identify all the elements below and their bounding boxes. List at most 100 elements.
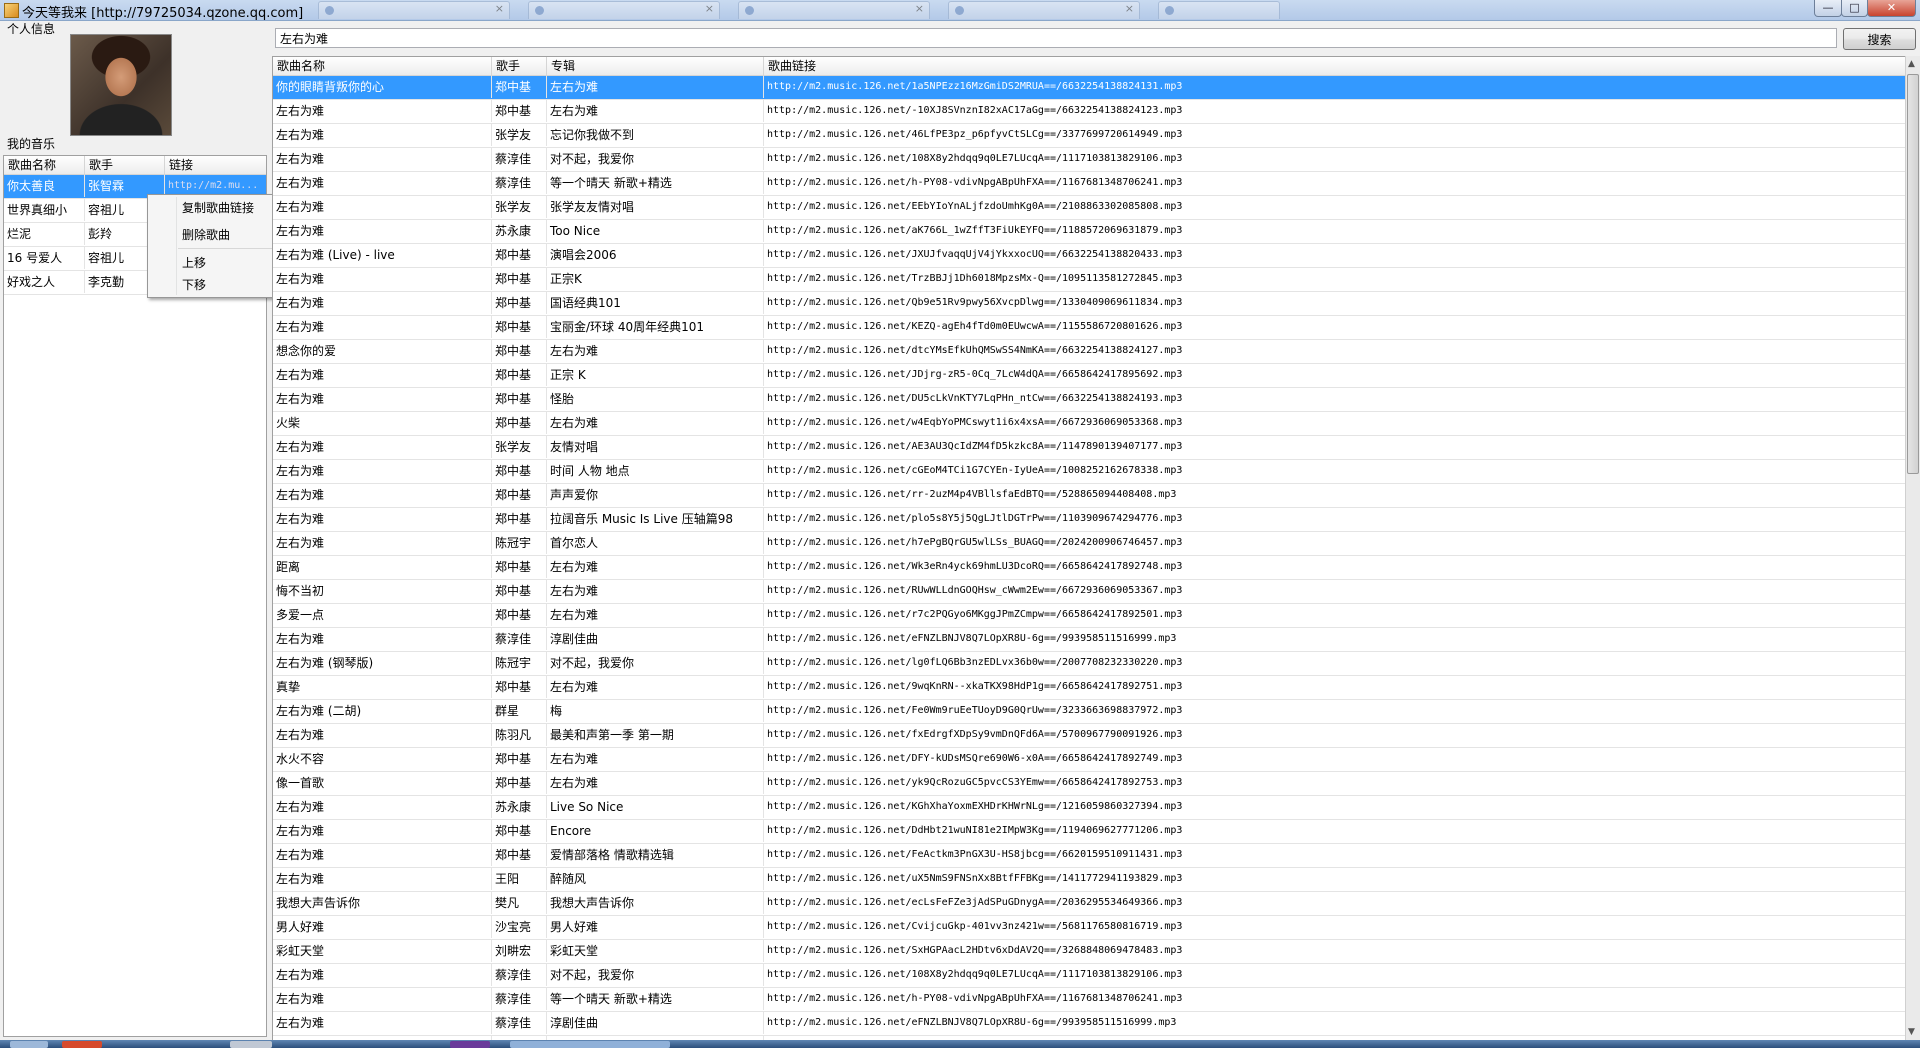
result-row[interactable]: 左右为难 郑中基 左右为难 http://m2.music.126.net/-10XJ… xyxy=(273,100,1905,124)
start-button[interactable] xyxy=(10,1041,48,1048)
result-row[interactable]: 左右为难 蔡淳佳 等一个晴天 新歌+精选 http://m2.music.126.ne… xyxy=(273,172,1905,196)
result-row[interactable]: 左右为难 郑中基 宝丽金/环球 40周年经典101 http://m2.music.1… xyxy=(273,316,1905,340)
result-row[interactable]: 左右为难 蔡淳佳 淳剧佳曲 http://m2.music.126.net/eFNZL… xyxy=(273,628,1905,652)
artist-cell: 郑中基 xyxy=(492,484,547,506)
result-row[interactable]: 火柴 郑中基 左右为难 http://m2.music.126.net/w4EqbYo… xyxy=(273,412,1905,436)
result-row[interactable]: 左右为难 郑中基 拉阔音乐 Music Is Live 压轴篇98 http://m2… xyxy=(273,508,1905,532)
song-link-cell: http://m2.music.126.net/AE3AU3QcIdZM4fD5… xyxy=(767,441,1183,452)
album-cell: 醉随风 xyxy=(547,868,764,890)
search-button[interactable]: 搜索 xyxy=(1843,28,1916,50)
result-row[interactable]: 左右为难 苏永康 Live So Nice http://m2.music.126.n… xyxy=(273,796,1905,820)
menu-item-move-down[interactable]: 下移 xyxy=(182,276,206,293)
result-row[interactable]: 左右为难 郑中基 正宗 Khttp://m2.music.126.net/JDjrg… xyxy=(273,364,1905,388)
result-row[interactable]: 像一首歌 郑中基 左右为难 http://m2.music.126.net/yk9Qc… xyxy=(273,772,1905,796)
song-link-cell: http://m2.music.126.net/aK766L_1wZffT3Fi… xyxy=(767,225,1183,236)
result-row[interactable]: 想念你的爱 郑中基 左右为难 http://m2.music.126.net/dtcY… xyxy=(273,340,1905,364)
album-cell: 左右为难 xyxy=(547,604,764,626)
result-row[interactable]: 左右为难 蔡淳佳 对不起，我爱你 http://m2.music.126.net/10… xyxy=(273,148,1905,172)
search-results-table[interactable]: 歌曲名称 歌手 专辑 歌曲链接 你的眼睛背叛你的心 郑中基 左右为难 http://m… xyxy=(272,56,1906,1042)
scroll-thumb[interactable] xyxy=(1907,74,1919,474)
artist-cell: 沙宝亮 xyxy=(492,916,547,938)
result-row[interactable]: 左右为难 (钢琴版) 陈冠宇 对不起，我爱你 http://m2.music.126.… xyxy=(273,652,1905,676)
result-row[interactable]: 左右为难 (Live) - live 郑中基 演唱会2006 http://m2.mu… xyxy=(273,244,1905,268)
result-row[interactable]: 左右为难 张学友 忘记你我做不到 http://m2.music.126.net/46… xyxy=(273,124,1905,148)
result-row[interactable]: 水火不容 郑中基 左右为难 http://m2.music.126.net/DFY-k… xyxy=(273,748,1905,772)
result-row[interactable]: 左右为难 蔡淳佳 淳剧佳曲 http://m2.music.126.net/eFNZL… xyxy=(273,1012,1905,1036)
taskbar-app[interactable] xyxy=(62,1041,102,1048)
result-row[interactable]: 左右为难 蔡淳佳 等一个晴天 新歌+精选 http://m2.music.126.ne… xyxy=(273,988,1905,1012)
result-row[interactable]: 左右为难 苏永康 Too Nice http://m2.music.126.net/a… xyxy=(273,220,1905,244)
album-cell: 宝丽金/环球 40周年经典101 xyxy=(547,316,764,338)
column-header-song-name[interactable]: 歌曲名称 xyxy=(273,57,492,75)
song-link-cell: http://m2.music.126.net/EEbYIoYnALjfzdoU… xyxy=(767,201,1183,212)
result-row[interactable]: 左右为难 郑中基 爱情部落格 情歌精选辑 http://m2.music.126.ne… xyxy=(273,844,1905,868)
result-row[interactable]: 左右为难 陈冠宇 首尔恋人 http://m2.music.126.net/h7ePg… xyxy=(273,532,1905,556)
scroll-up-icon[interactable]: ▲ xyxy=(1908,59,1915,69)
column-header-artist[interactable]: 歌手 xyxy=(492,57,547,75)
song-name-cell: 左右为难 xyxy=(273,316,492,338)
result-row[interactable]: 距离 郑中基 左右为难 http://m2.music.126.net/Wk3eRn4… xyxy=(273,556,1905,580)
column-header-link[interactable]: 链接 xyxy=(165,156,266,174)
song-link-cell: http://m2.music.126.net/TrzBBJj1Dh6018Mp… xyxy=(767,273,1183,284)
song-link-cell: http://m2.music.126.net/DdHbt21wuNI81e2I… xyxy=(767,825,1183,836)
column-header-song-link[interactable]: 歌曲链接 xyxy=(764,57,1905,75)
results-scrollbar[interactable]: ▲ ▼ xyxy=(1905,56,1920,1040)
taskbar-app[interactable] xyxy=(450,1041,490,1048)
result-row[interactable]: 左右为难 郑中基 Encore http://m2.music.126.net/DdH… xyxy=(273,820,1905,844)
result-row[interactable]: 男人好难 沙宝亮 男人好难 http://m2.music.126.net/Cvijc… xyxy=(273,916,1905,940)
search-input[interactable] xyxy=(275,28,1837,48)
result-row[interactable]: 左右为难 (二胡) 群星梅 http://m2.music.126.net/Fe0W… xyxy=(273,700,1905,724)
result-row[interactable]: 真挚 郑中基 左右为难 http://m2.music.126.net/9wqKnRN… xyxy=(273,676,1905,700)
album-cell: 正宗 K xyxy=(547,364,764,386)
taskbar-app[interactable] xyxy=(510,1041,670,1048)
menu-item-move-up[interactable]: 上移 xyxy=(182,254,206,271)
result-row[interactable]: 左右为难 张学友 友情对唱 http://m2.music.126.net/AE3AU… xyxy=(273,436,1905,460)
result-row[interactable]: 多爱一点 郑中基 左右为难 http://m2.music.126.net/r7c2P… xyxy=(273,604,1905,628)
menu-item-copy-link[interactable]: 复制歌曲链接 xyxy=(182,199,254,216)
result-row[interactable]: 我想大声告诉你 樊凡 我想大声告诉你 http://m2.music.126.net/… xyxy=(273,892,1905,916)
song-name-cell: 左右为难 xyxy=(273,532,492,554)
album-cell: 左右为难 xyxy=(547,412,764,434)
album-cell: 等一个晴天 新歌+精选 xyxy=(547,988,764,1010)
result-row[interactable]: 左右为难 陈羽凡 最美和声第一季 第一期 http://m2.music.126.ne… xyxy=(273,724,1905,748)
tab-close-icon: × xyxy=(704,2,714,15)
result-row[interactable]: 左右为难 郑中基 时间 人物 地点 http://m2.music.126.net/c… xyxy=(273,460,1905,484)
song-name-cell: 男人好难 xyxy=(273,916,492,938)
menu-item-delete-song[interactable]: 删除歌曲 xyxy=(182,226,230,243)
artist-cell: 郑中基 xyxy=(492,100,547,122)
column-header-artist[interactable]: 歌手 xyxy=(85,156,165,174)
column-header-album[interactable]: 专辑 xyxy=(547,57,764,75)
album-cell: 首尔恋人 xyxy=(547,532,764,554)
song-name-cell: 左右为难 xyxy=(273,796,492,818)
album-cell: 对不起，我爱你 xyxy=(547,148,764,170)
result-row[interactable]: 左右为难 王阳 醉随风 http://m2.music.126.net/uX5NmS9… xyxy=(273,868,1905,892)
result-row[interactable]: 你的眼睛背叛你的心 郑中基 左右为难 http://m2.music.126.net/… xyxy=(273,76,1905,100)
result-row[interactable]: 左右为难 郑中基 正宗K http://m2.music.126.net/TrzBBJ… xyxy=(273,268,1905,292)
artist-cell: 郑中基 xyxy=(492,268,547,290)
maximize-button[interactable]: □ xyxy=(1841,0,1868,17)
song-link-cell: http://m2.music.126.net/eFNZLBNJV8Q7LOpX… xyxy=(767,1017,1177,1028)
result-row[interactable]: 左右为难 郑中基 怪胎 http://m2.music.126.net/DU5cLkV… xyxy=(273,388,1905,412)
title-bar[interactable]: 今天等我来 [http://79725034.qzone.qq.com] × ×… xyxy=(0,0,1920,21)
result-row[interactable]: 彩虹天堂 刘畊宏 彩虹天堂 http://m2.music.126.net/SxHGP… xyxy=(273,940,1905,964)
minimize-button[interactable]: — xyxy=(1814,0,1842,17)
album-cell: 我想大声告诉你 xyxy=(547,892,764,914)
close-button[interactable]: ✕ xyxy=(1867,0,1916,17)
artist-cell: 苏永康 xyxy=(492,220,547,242)
result-row[interactable]: 左右为难 郑中基 声声爱你 http://m2.music.126.net/rr-2u… xyxy=(273,484,1905,508)
result-row[interactable]: 左右为难 郑中基 国语经典101 http://m2.music.126.net/Qb… xyxy=(273,292,1905,316)
artist-cell: 张学友 xyxy=(492,436,547,458)
album-cell: Encore xyxy=(547,820,764,842)
song-name-cell: 左右为难 xyxy=(273,508,492,530)
scroll-down-icon[interactable]: ▼ xyxy=(1908,1027,1915,1037)
result-row[interactable]: 悔不当初 郑中基 左右为难 http://m2.music.126.net/RUwWL… xyxy=(273,580,1905,604)
result-row[interactable]: 左右为难 张学友 张学友友情对唱 http://m2.music.126.net/EE… xyxy=(273,196,1905,220)
result-row[interactable]: 左右为难 蔡淳佳 对不起，我爱你 http://m2.music.126.net/10… xyxy=(273,964,1905,988)
song-name-cell: 你的眼睛背叛你的心 xyxy=(273,76,492,98)
song-name-cell: 左右为难 xyxy=(273,196,492,218)
artist-cell: 郑中基 xyxy=(492,388,547,410)
artist-cell: 蔡淳佳 xyxy=(492,172,547,194)
column-header-song-name[interactable]: 歌曲名称 xyxy=(4,156,85,174)
taskbar-app[interactable] xyxy=(230,1041,272,1048)
tab-close-icon: × xyxy=(494,2,504,15)
